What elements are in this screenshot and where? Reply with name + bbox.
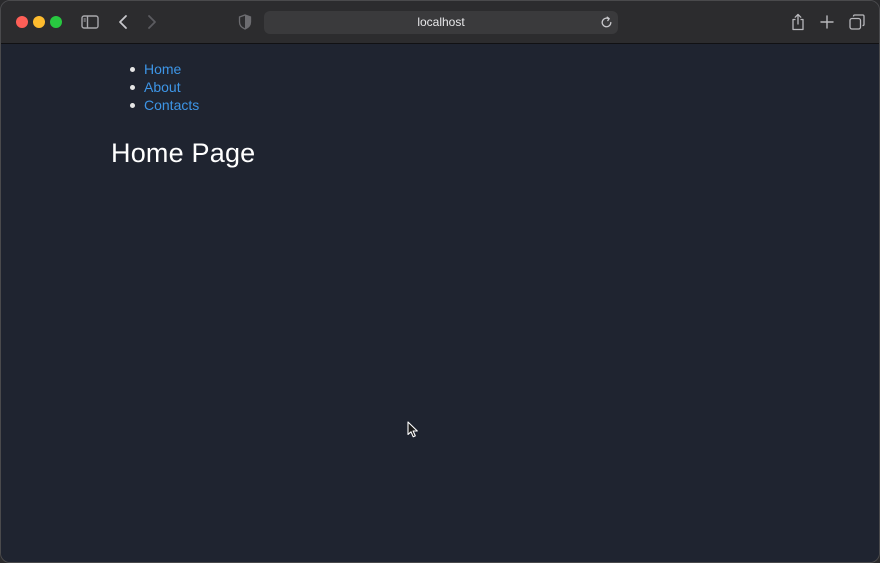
reload-icon[interactable] xyxy=(599,15,613,29)
zoom-window-button[interactable] xyxy=(50,16,62,28)
sidebar-icon[interactable] xyxy=(80,12,100,32)
nav-item-home: Home xyxy=(129,60,199,78)
page-title: Home Page xyxy=(111,138,256,168)
page-content: Home About Contacts Home Page xyxy=(1,44,879,562)
shield-icon[interactable] xyxy=(235,12,255,32)
nav-item-about: About xyxy=(129,78,199,96)
forward-arrow-icon[interactable] xyxy=(142,12,162,32)
mouse-cursor-icon xyxy=(407,421,419,443)
address-text: localhost xyxy=(417,15,465,29)
browser-toolbar: localhost xyxy=(1,1,879,44)
nav-link-home[interactable]: Home xyxy=(144,61,181,77)
nav-link-contacts[interactable]: Contacts xyxy=(144,97,199,113)
minimize-window-button[interactable] xyxy=(33,16,45,28)
browser-window: localhost Home About Contacts Home Page xyxy=(0,0,880,563)
nav-list: Home About Contacts xyxy=(129,60,199,114)
plus-icon[interactable] xyxy=(817,12,837,32)
share-icon[interactable] xyxy=(788,12,808,32)
address-bar[interactable]: localhost xyxy=(264,11,618,34)
close-window-button[interactable] xyxy=(16,16,28,28)
nav-link-about[interactable]: About xyxy=(144,79,181,95)
nav-item-contacts: Contacts xyxy=(129,96,199,114)
tabs-overview-icon[interactable] xyxy=(847,12,867,32)
back-arrow-icon[interactable] xyxy=(113,12,133,32)
